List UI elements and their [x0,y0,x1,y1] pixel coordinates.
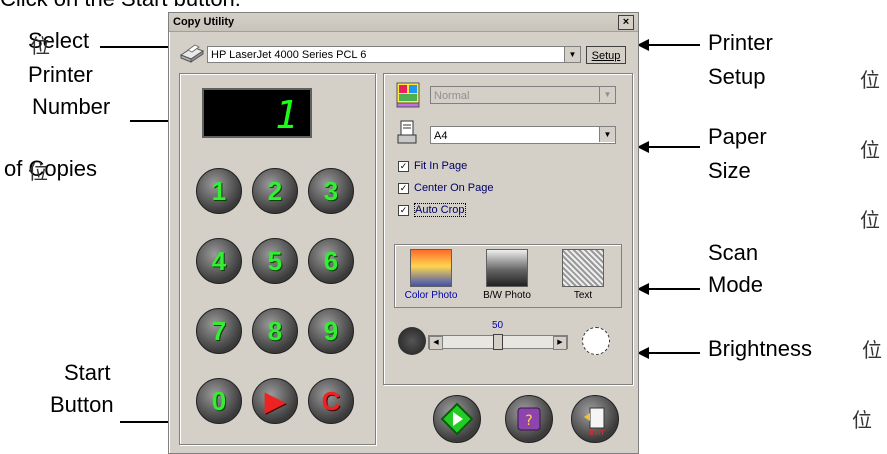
cjk-mark: 位 [860,68,880,92]
chevron-down-icon[interactable]: ▼ [564,47,580,62]
center-on-page-checkbox[interactable]: ✓ Center On Page [398,182,494,194]
color-photo-button[interactable]: Color Photo [399,249,463,301]
cjk-mark: 位 [862,338,882,362]
bw-photo-label: B/W Photo [483,290,531,301]
text-mode-button[interactable]: Text [551,249,615,301]
chevron-down-icon[interactable]: ▼ [599,127,615,142]
start-button[interactable] [433,395,481,443]
key-1[interactable]: 1 [196,168,242,214]
scan-mode-group: Color Photo B/W Photo Text [394,244,622,308]
key-9[interactable]: 9 [308,308,354,354]
help-book-icon: ? [517,407,541,431]
auto-crop-label: Auto Crop [414,203,466,217]
paper-icon [397,120,417,144]
close-button[interactable]: × [618,15,634,30]
checkbox-box[interactable]: ✓ [398,204,409,216]
key-2[interactable]: 2 [252,168,298,214]
pointer-line [648,288,700,290]
clear-key[interactable]: C [308,378,354,424]
arrow-right-icon[interactable]: ▶ [553,336,567,350]
label-printer-setup-1: Printer [708,30,773,55]
key-7[interactable]: 7 [196,308,242,354]
label-scan-mode-2: Mode [708,272,764,297]
brightness-value: 50 [492,320,504,331]
window-title: Copy Utility [173,16,235,28]
label-paper-size-1: Paper [708,124,767,149]
label-select-printer-2: Printer [28,62,93,87]
start-icon [440,402,474,436]
bw-photo-button[interactable]: B/W Photo [475,249,539,301]
checkbox-box[interactable]: ✓ [398,160,409,172]
settings-panel: Normal ▼ A4 ▼ ✓ Fit In Page ✓ Center On Pa… [383,73,633,385]
label-start-2: Button [50,392,114,417]
label-start-1: Start [64,360,111,385]
instruction-text: Click on the Start button: [0,0,241,12]
color-photo-label: Color Photo [404,290,458,301]
text-mode-label: Text [573,290,593,301]
key-3[interactable]: 3 [308,168,354,214]
brightness-thumb[interactable] [493,334,503,350]
play-key[interactable]: ▶ [252,378,298,424]
center-on-page-label: Center On Page [414,182,494,194]
arrow-left-icon[interactable]: ◀ [429,336,443,350]
auto-crop-checkbox[interactable]: ✓ Auto Crop [398,203,466,217]
checkbox-box[interactable]: ✓ [398,182,409,194]
key-6[interactable]: 6 [308,238,354,284]
copies-panel: 1 1 2 3 4 5 6 7 8 9 0 ▶ C [179,73,376,445]
cjk-mark: 位 [860,138,880,162]
label-printer-setup-2: Setup [708,64,766,89]
brightness-slider[interactable]: ◀ ▶ [428,334,568,350]
pointer-line [648,44,700,46]
cjk-mark: 位 [860,208,880,232]
copy-utility-window: Copy Utility × HP LaserJet 4000 Series P… [168,12,639,454]
key-5[interactable]: 5 [252,238,298,284]
setup-button[interactable]: Setup [586,46,626,64]
exit-door-icon: EXIT [584,407,606,437]
label-scan-mode-1: Scan [708,240,759,265]
fit-in-page-label: Fit In Page [414,160,468,172]
light-sun-icon [582,327,610,355]
help-button[interactable]: ? [505,395,553,443]
printer-icon [179,44,205,63]
color-mode-value: Normal [434,90,470,102]
pointer-line [100,46,168,48]
paper-size-select[interactable]: A4 ▼ [430,126,616,144]
key-8[interactable]: 8 [252,308,298,354]
color-icon [396,82,420,108]
label-paper-size-2: Size [708,158,751,183]
copies-display: 1 [202,88,312,138]
exit-button[interactable]: EXIT [571,395,619,443]
color-photo-icon [410,249,452,287]
key-4[interactable]: 4 [196,238,242,284]
svg-text:EXIT: EXIT [589,429,605,437]
label-brightness: Brightness [708,336,812,361]
color-mode-select[interactable]: Normal ▼ [430,86,616,104]
fit-in-page-checkbox[interactable]: ✓ Fit In Page [398,160,467,172]
text-mode-icon [562,249,604,287]
title-bar: Copy Utility × [169,13,638,32]
cjk-mark: 位 [30,34,50,58]
dark-sun-icon [398,327,426,355]
printer-select-value: HP LaserJet 4000 Series PCL 6 [211,49,367,61]
pointer-line [648,352,700,354]
label-copies-1: Number [32,94,111,119]
cjk-mark: 位 [852,408,872,432]
label-copies-2: of Copies [4,156,97,181]
printer-select[interactable]: HP LaserJet 4000 Series PCL 6 ▼ [207,46,581,63]
chevron-down-icon[interactable]: ▼ [599,87,615,102]
bw-photo-icon [486,249,528,287]
key-0[interactable]: 0 [196,378,242,424]
paper-size-value: A4 [434,130,448,142]
cjk-mark: 位 [28,160,48,184]
svg-text:?: ? [525,413,532,429]
pointer-line [648,146,700,148]
